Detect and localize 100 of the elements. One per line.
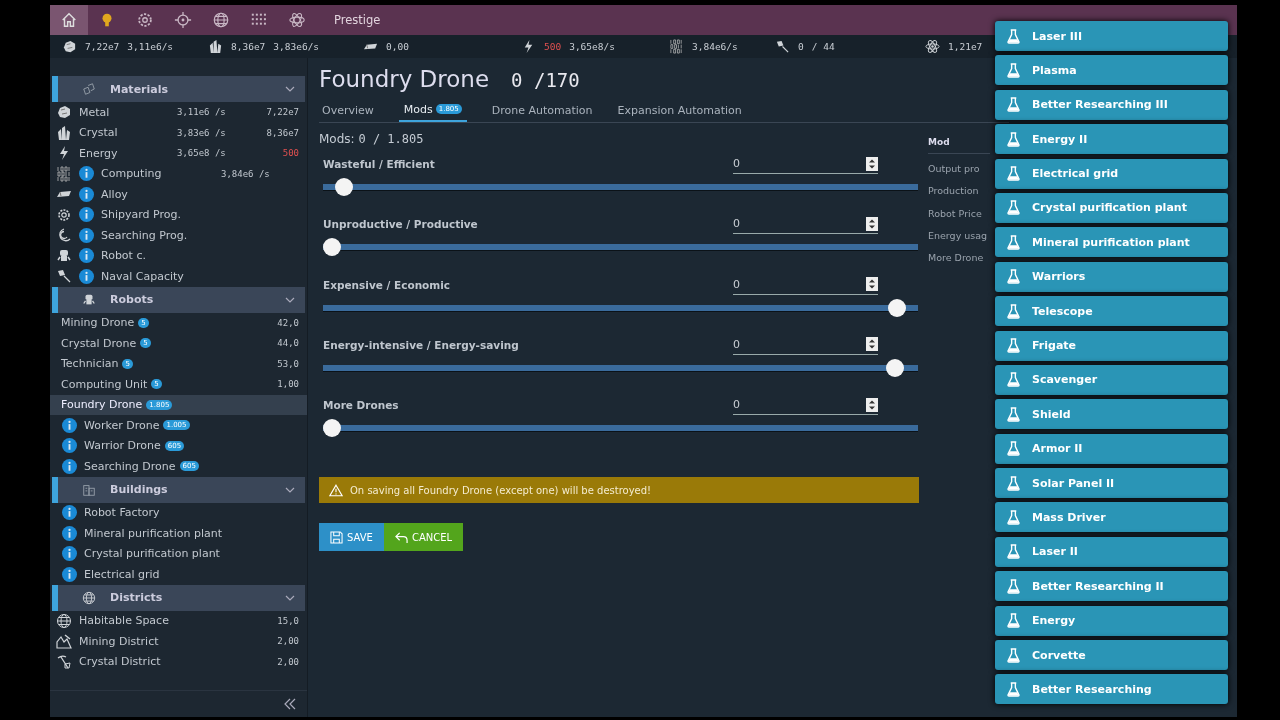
chevron-icon [285, 86, 295, 92]
sidebar-item[interactable]: Crystal purification plant [50, 543, 307, 564]
slider-label: Unproductive / Productive [323, 218, 478, 231]
item-rate: 3,83e6 /s [177, 127, 227, 138]
table-cell-text: Output pro [928, 161, 980, 176]
sidebar-item[interactable]: Naval Capacity [50, 266, 307, 287]
item-name: Mining District [79, 634, 159, 648]
number-field[interactable]: 0 [733, 154, 878, 174]
info-icon[interactable] [62, 525, 77, 541]
slider-label: Energy-intensive / Energy-saving [323, 338, 519, 351]
info-icon[interactable] [79, 186, 94, 202]
resource-rate: 3,11e6/s [127, 41, 174, 52]
slider-label: More Drones [323, 399, 399, 412]
flask-icon [1007, 200, 1020, 216]
tab[interactable]: Expansion Automation [614, 98, 754, 122]
number-field[interactable]: 0 [733, 214, 878, 235]
tab[interactable]: Overview [319, 98, 386, 122]
floppy-icon [330, 531, 343, 544]
item-name: Computing [101, 167, 162, 181]
column-header: Mod [928, 137, 990, 154]
spinner-icon[interactable] [866, 156, 878, 171]
sidebar-item[interactable]: Shipyard Prog. [50, 204, 307, 225]
item-name: Crystal [79, 126, 118, 140]
slider-thumb[interactable] [323, 238, 341, 257]
sidebar-item[interactable]: Mining District 2,00 [50, 631, 307, 652]
item-amount: 2,00 [276, 636, 299, 647]
sidebar-item[interactable]: Computing 3,84e6 /s [50, 163, 307, 184]
spinner-icon[interactable] [866, 337, 878, 352]
info-icon[interactable] [79, 248, 94, 264]
globe-icon [82, 590, 96, 605]
section-header[interactable]: Robots [52, 286, 305, 313]
flask-icon [1007, 131, 1020, 147]
item-name: Naval Capacity [101, 269, 184, 283]
spinner-icon[interactable] [866, 397, 878, 412]
item-amount: 53,0 [276, 358, 299, 369]
sidebar-item[interactable]: Crystal 3,83e6 /s 8,36e7 [50, 122, 307, 143]
info-icon[interactable] [62, 458, 77, 474]
mine-icon [56, 633, 72, 650]
flask-icon [1007, 578, 1020, 594]
tab[interactable]: Drone Automation [488, 98, 605, 122]
section-header[interactable]: Buildings [52, 476, 305, 503]
slider-thumb[interactable] [885, 358, 904, 377]
table-cell-text: Production [928, 184, 979, 199]
table-cell-text: Robot Price [928, 206, 982, 221]
info-icon[interactable] [79, 166, 94, 182]
info-icon[interactable] [62, 505, 77, 521]
flask-icon [1007, 613, 1020, 629]
resource-rate: 3,65e8/s [569, 41, 615, 52]
home-tab[interactable] [50, 5, 88, 35]
slider-thumb[interactable] [323, 419, 341, 438]
sidebar-item[interactable]: Alloy [50, 184, 307, 205]
number-field[interactable]: 0 [733, 334, 878, 355]
item-name: Habitable Space [79, 614, 169, 628]
flask-icon [1007, 475, 1020, 491]
spinner-icon[interactable] [866, 216, 878, 231]
flask-icon [1007, 509, 1020, 525]
sidebar-item[interactable]: Searching Prog. [50, 225, 307, 246]
info-icon[interactable] [79, 227, 94, 243]
info-icon[interactable] [79, 268, 94, 284]
info-icon[interactable] [62, 546, 77, 562]
radar-icon [56, 227, 72, 244]
item-name: Energy [79, 146, 118, 160]
info-icon[interactable] [62, 417, 77, 433]
save-button[interactable]: SAVE [319, 523, 384, 552]
slider-thumb[interactable] [888, 298, 907, 317]
atom-icon [288, 11, 306, 29]
mods-label: Mods: [319, 132, 355, 146]
pickaxe-icon [56, 653, 72, 670]
sidebar-item[interactable]: Energy 3,65e8 /s 500 [50, 143, 307, 164]
number-field[interactable]: 0 [733, 395, 878, 416]
sidebar-item[interactable]: Mineral purification plant [50, 523, 307, 544]
info-icon[interactable] [62, 438, 77, 454]
sidebar-item[interactable]: Metal 3,11e6 /s 7,22e7 [50, 102, 307, 123]
section-header[interactable]: Materials [52, 76, 305, 102]
sidebar-item[interactable]: Robot c. [50, 245, 307, 266]
flask-icon [1007, 647, 1020, 663]
number-field[interactable]: 0 [733, 274, 878, 295]
flask-icon [1007, 62, 1020, 78]
resource-amount: 0 [798, 41, 804, 52]
info-icon[interactable] [79, 207, 94, 223]
sidebar-item[interactable]: Crystal District 2,00 [50, 651, 307, 672]
resource-rate: 3,84e6/s [692, 41, 738, 52]
warning-text: On saving all Foundry Drone (except one) will be destroyed! [350, 485, 652, 496]
spinner-icon[interactable] [866, 277, 878, 292]
flask-icon [1007, 269, 1020, 285]
item-amount: 7,22e7 [265, 107, 299, 118]
prestige-tab[interactable]: Prestige [316, 5, 399, 35]
page-title: Foundry Drone [319, 66, 490, 92]
section-header[interactable]: Districts [52, 584, 305, 611]
info-icon[interactable] [62, 566, 77, 582]
robot-icon [82, 292, 96, 307]
item-name: Foundry Drone [61, 398, 143, 412]
collapse-icon[interactable] [283, 698, 297, 710]
item-amount: 500 [281, 148, 299, 159]
sidebar-item[interactable]: Habitable Space 15,0 [50, 610, 307, 631]
item-name: Crystal purification plant [84, 547, 220, 561]
item-name: Shipyard Prog. [101, 208, 181, 222]
sidebar-item[interactable]: Electrical grid [50, 564, 307, 585]
slider-thumb[interactable] [334, 178, 353, 196]
sidebar-item[interactable]: Robot Factory [50, 502, 307, 523]
